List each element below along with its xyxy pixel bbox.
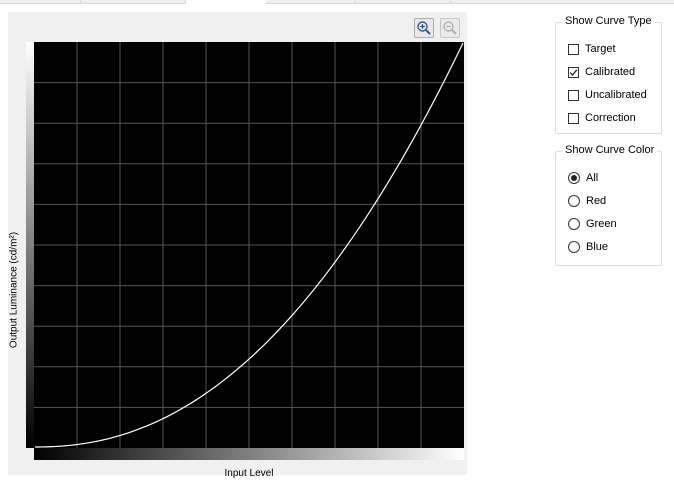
x-axis-label: Input Level	[224, 468, 274, 479]
radio-button[interactable]	[568, 195, 580, 207]
y-axis-label: Output Luminance (cd/m²)	[8, 231, 20, 349]
checkbox-label: Uncalibrated	[585, 89, 647, 101]
curve-type-group: Show Curve Type Target Calibrated Uncali…	[555, 15, 662, 134]
curve-type-title: Show Curve Type	[562, 15, 655, 27]
tab[interactable]	[0, 0, 81, 4]
radio-blue[interactable]: Blue	[568, 239, 608, 255]
checkbox-box[interactable]	[568, 89, 579, 101]
checkbox-box[interactable]	[568, 112, 579, 124]
x-axis-gradient-bar	[34, 448, 464, 460]
tab-active[interactable]	[186, 0, 266, 3]
zoom-out-icon	[443, 21, 457, 35]
tab[interactable]	[451, 0, 674, 4]
checkbox-uncalibrated[interactable]: Uncalibrated	[568, 87, 647, 103]
luminance-plot	[34, 42, 464, 448]
y-axis-gradient-bar	[26, 42, 34, 448]
radio-button[interactable]	[568, 241, 580, 253]
checkbox-label: Correction	[585, 112, 636, 124]
checkbox-box[interactable]	[568, 43, 579, 55]
radio-button[interactable]	[568, 218, 580, 230]
radio-label: All	[586, 172, 599, 184]
checkbox-correction[interactable]: Correction	[568, 110, 636, 126]
checkbox-target[interactable]: Target	[568, 41, 616, 57]
tab-strip	[0, 0, 674, 4]
radio-label: Red	[586, 195, 607, 207]
zoom-out-button[interactable]	[440, 18, 460, 38]
curve-color-title: Show Curve Color	[562, 144, 658, 156]
checkbox-label: Target	[585, 43, 616, 55]
tab[interactable]	[356, 0, 451, 4]
radio-label: Green	[586, 218, 617, 230]
checkbox-label: Calibrated	[585, 66, 636, 78]
zoom-in-icon	[417, 21, 431, 35]
radio-button[interactable]	[568, 172, 580, 184]
tab[interactable]	[266, 0, 356, 4]
radio-green[interactable]: Green	[568, 216, 617, 232]
tab[interactable]	[81, 0, 186, 4]
checkbox-calibrated[interactable]: Calibrated	[568, 64, 635, 80]
radio-all[interactable]: All	[568, 170, 598, 186]
curve-color-group: Show Curve Color All Red Green Blue	[555, 144, 662, 266]
checkbox-box[interactable]	[568, 66, 579, 78]
checkmark-icon	[569, 68, 578, 76]
radio-red[interactable]: Red	[568, 193, 606, 209]
radio-label: Blue	[586, 241, 609, 253]
zoom-in-button[interactable]	[414, 18, 434, 38]
